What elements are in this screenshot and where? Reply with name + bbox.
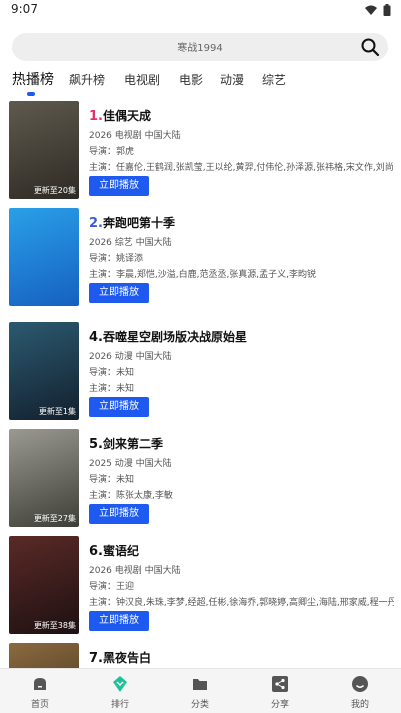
tab-tv[interactable]: 电视剧 <box>124 71 160 88</box>
tab-indicator <box>27 92 35 96</box>
item-meta: 2026 综艺 中国大陆 <box>89 238 172 248</box>
list-item[interactable]: 2.奔跑吧第十季 2026 综艺 中国大陆 导演：姚译添 主演：李晨,郑恺,沙溢… <box>0 208 401 308</box>
nav-category[interactable]: 分类 <box>160 669 240 713</box>
nav-ranking[interactable]: 排行 <box>80 669 160 713</box>
item-meta: 2026 电视剧 中国大陆 <box>89 566 181 576</box>
profile-icon <box>352 676 368 692</box>
item-title: 吞噬星空剧场版决战原始星 <box>102 330 247 344</box>
item-director: 导演：郭虎 <box>89 147 135 157</box>
rank-number: 6. <box>89 544 103 559</box>
item-cast: 主演：钟汉良,朱珠,李梦,经超,任彬,徐海乔,郭晓婷,高卿尘,海陆,邢家威,程一… <box>89 598 394 608</box>
poster-image[interactable]: 更新至20集 <box>9 101 79 199</box>
wifi-icon <box>365 5 377 15</box>
nav-label: 分类 <box>190 700 209 710</box>
item-title: 佳偶天成 <box>102 109 151 123</box>
share-icon <box>272 676 288 692</box>
nav-label: 排行 <box>110 700 129 710</box>
tab-anime[interactable]: 动漫 <box>220 71 244 88</box>
poster-image[interactable] <box>9 643 79 668</box>
nav-label: 分享 <box>270 700 289 710</box>
rank-number: 5. <box>89 437 103 452</box>
item-title-row[interactable]: 2.奔跑吧第十季 <box>89 214 175 231</box>
ranking-list: 更新至20集 1.佳偶天成 2026 电视剧 中国大陆 导演：郭虎 主演：任嘉伦… <box>0 101 401 668</box>
nav-profile[interactable]: 我的 <box>320 669 400 713</box>
list-item[interactable]: 更新至27集 5.剑来第二季 2025 动漫 中国大陆 导演：未知 主演：陈张太… <box>0 429 401 529</box>
rank-number: 1. <box>89 109 103 124</box>
ranking-icon <box>113 676 127 692</box>
item-director: 导演：王迎 <box>89 582 135 592</box>
play-button[interactable]: 立即播放 <box>89 504 149 524</box>
tab-bar: 热播榜 飙升榜 电视剧 电影 动漫 综艺 <box>0 67 401 97</box>
nav-label: 首页 <box>30 700 49 710</box>
battery-icon <box>383 4 391 16</box>
tab-hot[interactable]: 热播榜 <box>12 69 54 89</box>
update-badge: 更新至27集 <box>33 514 76 523</box>
tab-rising[interactable]: 飙升榜 <box>69 71 105 88</box>
tab-variety[interactable]: 综艺 <box>262 71 286 88</box>
list-item[interactable]: 更新至1集 4.吞噬星空剧场版决战原始星 2026 动漫 中国大陆 导演：未知 … <box>0 322 401 422</box>
item-title-row[interactable]: 5.剑来第二季 <box>89 435 163 452</box>
item-cast: 主演：未知 <box>89 384 135 394</box>
update-badge: 更新至38集 <box>33 621 76 630</box>
rank-number: 7. <box>89 651 103 666</box>
play-button[interactable]: 立即播放 <box>89 397 149 417</box>
item-title: 奔跑吧第十季 <box>102 216 175 230</box>
item-cast: 主演：陈张太康,李敏 <box>89 491 173 501</box>
poster-image[interactable]: 更新至27集 <box>9 429 79 527</box>
search-placeholder: 寒战1994 <box>177 43 223 54</box>
item-title-row[interactable]: 7.黑夜告白 <box>89 649 151 666</box>
item-meta: 2026 电视剧 中国大陆 <box>89 131 181 141</box>
list-item[interactable]: 7.黑夜告白 <box>0 643 401 668</box>
item-title-row[interactable]: 1.佳偶天成 <box>89 107 151 124</box>
update-badge: 更新至20集 <box>33 186 76 195</box>
tab-movie[interactable]: 电影 <box>179 71 203 88</box>
item-meta: 2026 动漫 中国大陆 <box>89 352 172 362</box>
status-icons <box>365 4 391 16</box>
folder-icon <box>193 679 207 690</box>
search-bar[interactable]: 寒战1994 <box>12 33 388 61</box>
update-badge: 更新至1集 <box>38 407 76 416</box>
status-bar: 9:07 <box>0 0 401 22</box>
item-title: 剑来第二季 <box>102 437 163 451</box>
nav-home[interactable]: 首页 <box>0 669 80 713</box>
play-button[interactable]: 立即播放 <box>89 283 149 303</box>
rank-number: 2. <box>89 216 103 231</box>
rank-number: 4. <box>89 330 103 345</box>
item-director: 导演：未知 <box>89 475 135 485</box>
item-cast: 主演：李晨,郑恺,沙溢,白鹿,范丞丞,张真源,孟子义,李昀锐 <box>89 270 317 280</box>
item-title: 黑夜告白 <box>102 651 151 665</box>
poster-image[interactable]: 更新至38集 <box>9 536 79 634</box>
item-title: 蜜语纪 <box>102 544 139 558</box>
list-item[interactable]: 更新至38集 6.蜜语纪 2026 电视剧 中国大陆 导演：王迎 主演：钟汉良,… <box>0 536 401 636</box>
nav-share[interactable]: 分享 <box>240 669 320 713</box>
nav-label: 我的 <box>350 700 369 710</box>
item-cast: 主演：任嘉伦,王鹤润,张凯莹,王以纶,黄羿,付伟伦,孙泽源,张祎格,宋文作,刘尚 <box>89 163 394 173</box>
home-icon <box>34 678 46 690</box>
poster-image[interactable]: 更新至1集 <box>9 322 79 420</box>
play-button[interactable]: 立即播放 <box>89 611 149 631</box>
item-title-row[interactable]: 4.吞噬星空剧场版决战原始星 <box>89 328 247 345</box>
poster-image[interactable] <box>9 208 79 306</box>
item-meta: 2025 动漫 中国大陆 <box>89 459 172 469</box>
bottom-nav: 首页 排行 分类 分享 我的 <box>0 668 401 713</box>
status-time: 9:07 <box>11 2 38 16</box>
search-icon[interactable] <box>360 37 380 57</box>
item-director: 导演：姚译添 <box>89 254 144 264</box>
play-button[interactable]: 立即播放 <box>89 176 149 196</box>
item-director: 导演：未知 <box>89 368 135 378</box>
item-title-row[interactable]: 6.蜜语纪 <box>89 542 139 559</box>
list-item[interactable]: 更新至20集 1.佳偶天成 2026 电视剧 中国大陆 导演：郭虎 主演：任嘉伦… <box>0 101 401 201</box>
